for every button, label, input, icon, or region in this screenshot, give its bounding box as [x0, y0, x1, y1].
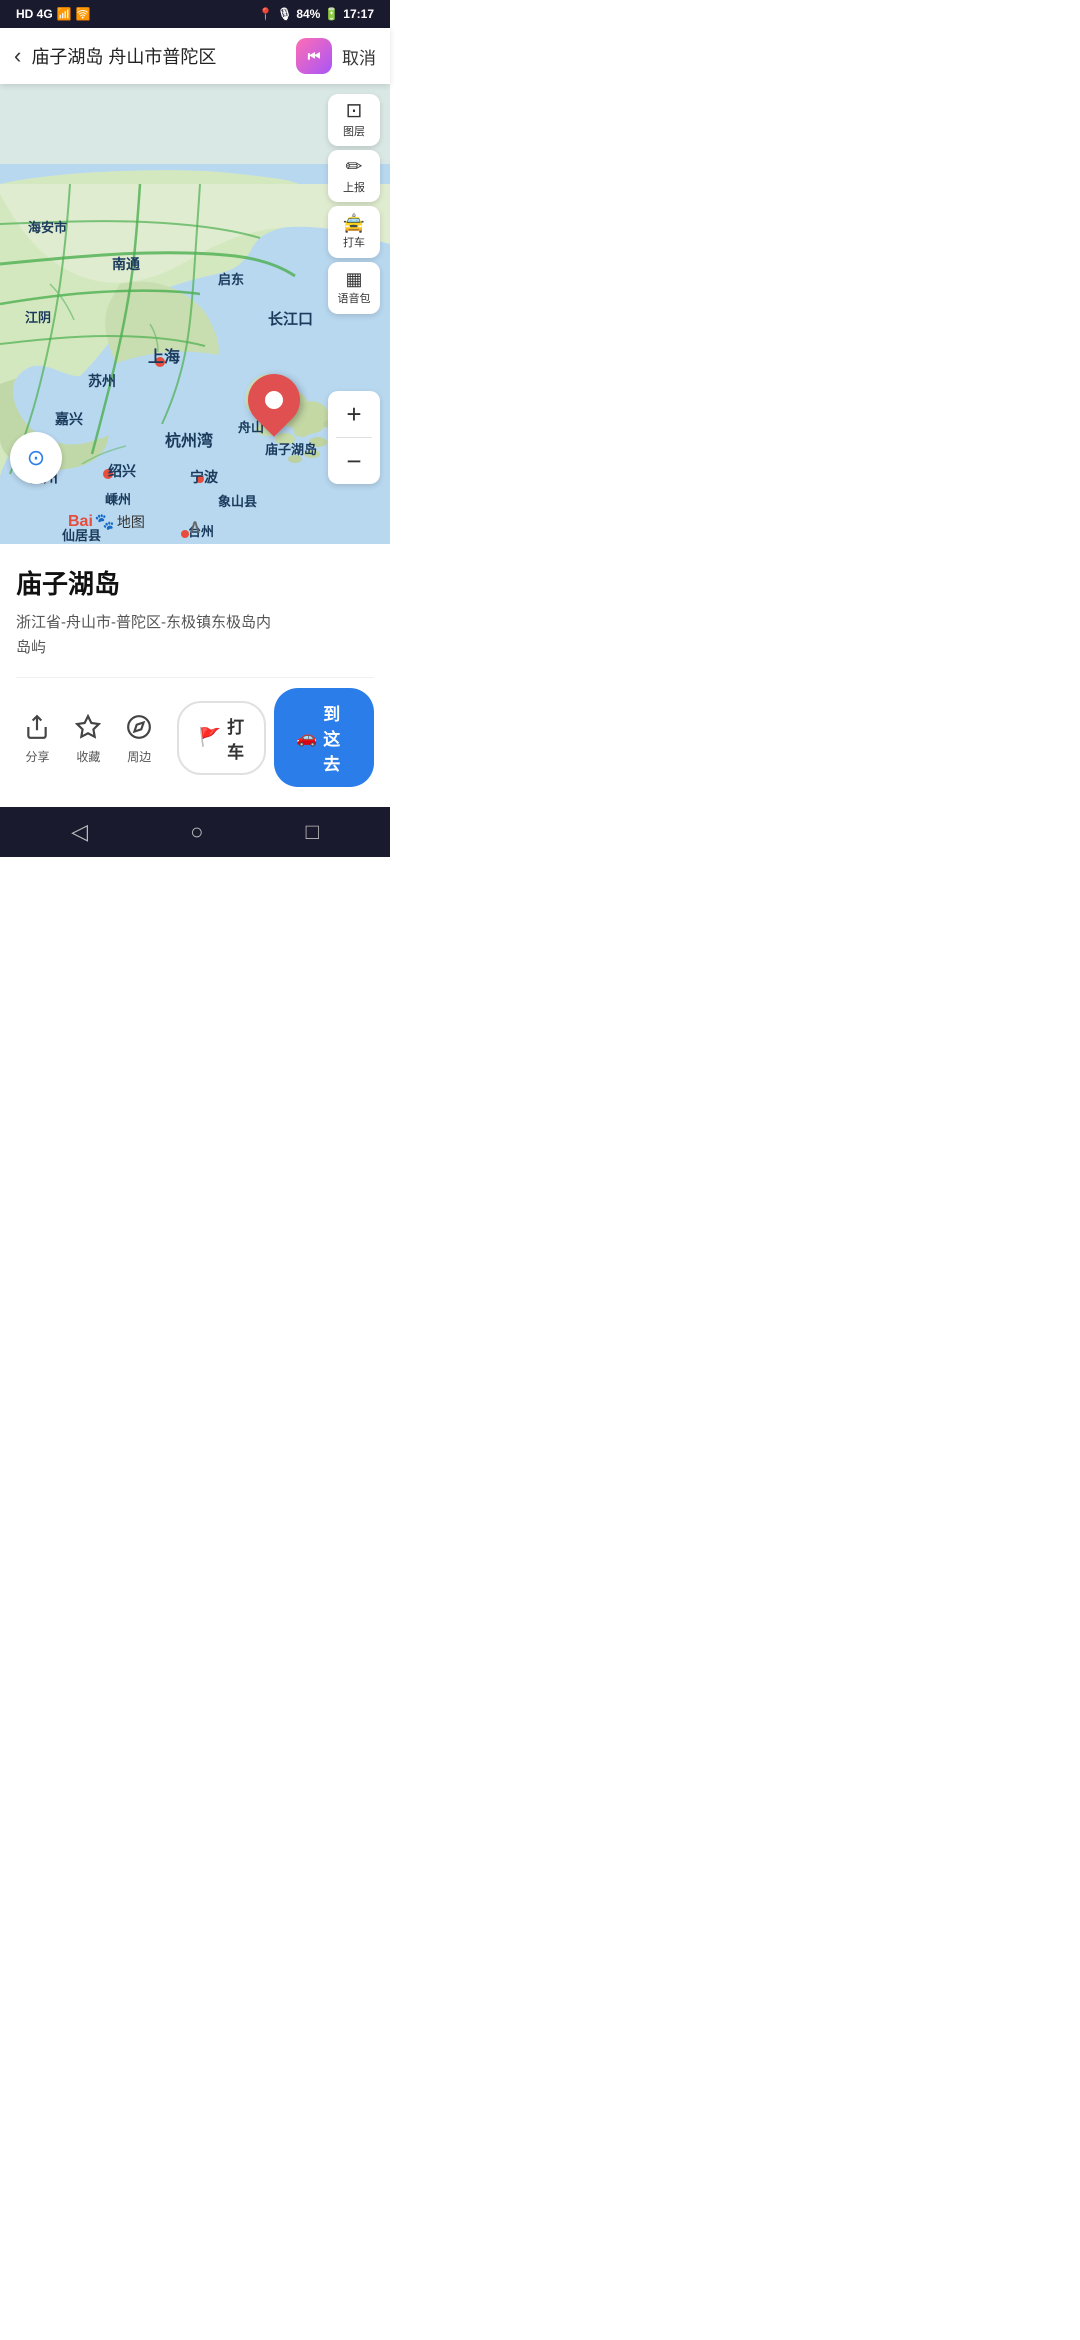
collapse-handle[interactable]: ∧	[175, 516, 215, 536]
taxi-map-button[interactable]: 🚖 打车	[328, 206, 380, 258]
zoom-out-button[interactable]: −	[328, 438, 380, 484]
svg-text:江阴: 江阴	[25, 310, 51, 325]
mic-icon: 🎙	[277, 7, 292, 21]
svg-text:海安市: 海安市	[28, 220, 67, 235]
report-button[interactable]: ✏ 上报	[328, 150, 380, 202]
taxi-flag-icon: 🚩	[199, 727, 221, 748]
zoom-controls: + −	[328, 391, 380, 484]
location-icon: 📍	[258, 7, 273, 21]
search-bar: ‹ 庙子湖岛 舟山市普陀区 ⏮ 取消	[0, 28, 390, 84]
svg-text:庙子湖岛: 庙子湖岛	[265, 442, 317, 457]
star-icon	[71, 710, 105, 744]
status-left: HD 4G 📶 🛜	[16, 7, 91, 21]
search-title: 庙子湖岛 舟山市普陀区	[31, 43, 286, 69]
compass-icon	[122, 710, 156, 744]
svg-text:南通: 南通	[112, 256, 140, 272]
kuaishou-label: ⏮	[308, 48, 321, 65]
nearby-label: 周边	[127, 748, 151, 765]
baidu-map-text: 地图	[117, 512, 145, 532]
svg-text:象山县: 象山县	[218, 494, 257, 509]
report-icon: ✏	[346, 157, 363, 177]
car-icon: 🚗	[296, 728, 317, 748]
zoom-out-icon: −	[346, 446, 361, 477]
zoom-in-button[interactable]: +	[328, 391, 380, 437]
share-button[interactable]: 分享	[16, 710, 59, 765]
cancel-button[interactable]: 取消	[342, 44, 376, 69]
baidu-paw-icon: 🐾	[95, 512, 115, 532]
place-name: 庙子湖岛	[16, 564, 374, 601]
status-right: 📍 🎙 84% 🔋 17:17	[258, 7, 374, 21]
taxi-map-label: 打车	[343, 234, 365, 250]
bottom-nav: ◁ ○ □	[0, 807, 390, 857]
svg-text:苏州: 苏州	[88, 373, 116, 389]
home-nav-button[interactable]: ○	[190, 819, 203, 845]
layers-label: 图层	[343, 123, 365, 139]
report-label: 上报	[343, 179, 365, 195]
back-nav-button[interactable]: ◁	[71, 819, 88, 845]
svg-text:启东: 启东	[218, 272, 244, 287]
taxi-btn-label: 打车	[227, 713, 244, 763]
layers-icon: ⊡	[346, 101, 363, 121]
info-panel: 庙子湖岛 浙江省-舟山市-普陀区-东极镇东极岛内 岛屿 分享 收藏	[0, 544, 390, 807]
baidu-text: Bai	[68, 513, 93, 531]
share-label: 分享	[25, 748, 49, 765]
wifi-icon: 🛜	[76, 7, 91, 21]
voice-button[interactable]: ▦ 语音包	[328, 262, 380, 314]
nearby-button[interactable]: 周边	[118, 710, 161, 765]
action-row: 分享 收藏 周边 🚩 打车	[16, 677, 374, 797]
map-pin	[248, 374, 300, 426]
kuaishou-icon[interactable]: ⏮	[296, 38, 332, 74]
share-icon	[20, 710, 54, 744]
map-controls-panel: ⊡ 图层 ✏ 上报 🚖 打车 ▦ 语音包	[328, 94, 380, 314]
location-icon: ⊙	[27, 445, 45, 471]
location-button[interactable]: ⊙	[10, 432, 62, 484]
svg-text:杭州湾: 杭州湾	[165, 431, 213, 450]
map-container[interactable]: 海安市 南通 江阴 启东 长江口 上海 苏州 嘉兴 杭州湾 杭州 绍兴 宁波 舟…	[0, 84, 390, 544]
voice-label: 语音包	[338, 290, 371, 306]
network-label: HD 4G	[16, 7, 53, 21]
svg-text:嘉兴: 嘉兴	[54, 411, 83, 427]
svg-text:嵊州: 嵊州	[105, 492, 131, 507]
recent-nav-button[interactable]: □	[306, 819, 319, 845]
taxi-map-icon: 🚖	[343, 214, 365, 232]
status-bar: HD 4G 📶 🛜 📍 🎙 84% 🔋 17:17	[0, 0, 390, 28]
pin-inner	[265, 391, 283, 409]
layers-button[interactable]: ⊡ 图层	[328, 94, 380, 146]
taxi-button[interactable]: 🚩 打车	[177, 701, 266, 775]
signal-icon: 📶	[57, 7, 72, 21]
svg-text:上海: 上海	[148, 347, 180, 366]
pin-body	[237, 363, 311, 437]
back-button[interactable]: ‹	[14, 43, 21, 69]
svg-text:宁波: 宁波	[190, 469, 219, 485]
favorite-label: 收藏	[76, 748, 100, 765]
time-label: 17:17	[343, 7, 374, 21]
svg-text:绍兴: 绍兴	[108, 463, 136, 479]
chevron-up-icon: ∧	[175, 516, 215, 536]
svg-text:长江口: 长江口	[268, 310, 313, 328]
navigate-button[interactable]: 🚗 到这去	[274, 688, 374, 787]
zoom-in-icon: +	[346, 399, 361, 430]
place-type: 岛屿	[16, 636, 374, 657]
navigate-btn-label: 到这去	[323, 700, 352, 775]
battery-icon: 🔋	[324, 7, 339, 21]
place-address: 浙江省-舟山市-普陀区-东极镇东极岛内	[16, 611, 374, 632]
battery-label: 84%	[296, 7, 320, 21]
voice-icon: ▦	[345, 270, 362, 288]
favorite-button[interactable]: 收藏	[67, 710, 110, 765]
baidu-logo: Bai 🐾 地图	[68, 512, 145, 532]
